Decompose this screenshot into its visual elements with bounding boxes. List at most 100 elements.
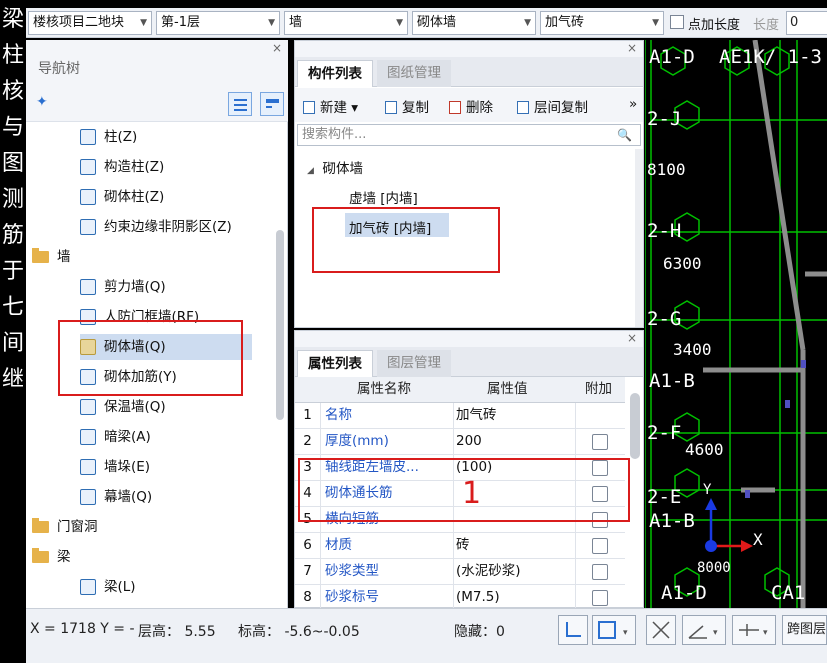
cad-label: A1-D: [649, 46, 695, 68]
property-tabs: 属性列表 图层管理: [295, 347, 643, 377]
nav-item[interactable]: 梁(L): [80, 574, 270, 600]
component-scrollbar[interactable]: [635, 149, 643, 327]
nav-item-label: 门窗洞: [57, 519, 98, 535]
snap-button[interactable]: ▾: [592, 615, 636, 645]
type-select[interactable]: 砌体墙 ▼: [412, 11, 536, 35]
tab-drawing-management[interactable]: 图纸管理: [377, 60, 451, 87]
component-item-virtual-wall[interactable]: 虚墙 [内墙]: [349, 187, 418, 207]
property-name: 砂浆标号: [325, 589, 379, 605]
property-row[interactable]: 1 名称 加气砖: [295, 403, 625, 429]
property-scrollbar[interactable]: [630, 393, 640, 459]
project-select[interactable]: 楼核项目二地块 ▼: [28, 11, 152, 35]
cad-label: 3400: [673, 340, 712, 359]
property-value[interactable]: (水泥砂浆): [453, 559, 571, 585]
chevron-down-icon: ▼: [396, 18, 403, 28]
cad-label: A1-D: [661, 582, 707, 604]
property-extra-cell: [575, 559, 625, 585]
category-select[interactable]: 墙 ▼: [284, 11, 408, 35]
property-extra-checkbox[interactable]: [592, 538, 608, 554]
cross-icon: [652, 621, 670, 639]
cad-label: 8100: [647, 160, 686, 179]
length-input[interactable]: 0: [786, 11, 827, 35]
nav-item-label: 剪力墙(Q): [104, 279, 166, 295]
cad-strip-char: 梁: [1, 7, 24, 32]
nav-folder[interactable]: 门窗洞: [32, 514, 252, 540]
offset-icon: ▾: [739, 624, 768, 638]
angle-button[interactable]: ▾: [682, 615, 726, 645]
property-row[interactable]: 2 厚度(mm) 200: [295, 429, 625, 455]
status-bar: X = 1718 Y = - 层高： 5.55 标高： -5.6~-0.05 隐…: [26, 608, 827, 663]
close-icon[interactable]: ×: [627, 331, 637, 345]
nav-folder[interactable]: 梁: [32, 544, 252, 570]
delete-button[interactable]: 删除: [449, 96, 493, 116]
cross-button[interactable]: [646, 615, 676, 645]
component-icon: [80, 129, 96, 145]
close-icon[interactable]: ×: [272, 41, 282, 55]
cad-label: 4600: [685, 440, 724, 459]
property-extra-checkbox[interactable]: [592, 564, 608, 580]
nav-scrollbar[interactable]: [276, 230, 284, 420]
tab-component-list[interactable]: 构件列表: [297, 60, 373, 87]
close-icon[interactable]: ×: [627, 41, 637, 55]
nav-item[interactable]: 保温墙(Q): [80, 394, 270, 420]
property-extra-checkbox[interactable]: [592, 590, 608, 606]
new-button[interactable]: 新建 ▾: [303, 96, 358, 116]
add-length-checkbox[interactable]: [670, 15, 684, 29]
nav-item[interactable]: 暗梁(A): [80, 424, 270, 450]
property-index: 6: [295, 533, 321, 559]
component-tabs: 构件列表 图纸管理: [295, 57, 643, 87]
property-index: 1: [295, 403, 321, 429]
list-view-icon[interactable]: [228, 92, 252, 116]
highlight-box-component: [312, 207, 500, 273]
nav-item[interactable]: 剪力墙(Q): [80, 274, 270, 300]
floor-height: 层高： 5.55: [138, 624, 216, 640]
component-icon: [80, 579, 96, 595]
tab-layer-management[interactable]: 图层管理: [377, 350, 451, 377]
cad-canvas[interactable]: A1-D AE1K/ 1-3 2-J 8100 2-H 6300 2-G 340…: [645, 40, 827, 608]
nav-title: 导航树: [38, 61, 80, 77]
component-icon: [80, 429, 96, 445]
ortho-icon: [566, 622, 581, 637]
copy-button[interactable]: 复制: [385, 96, 429, 116]
panel-view-icon[interactable]: [260, 92, 284, 116]
elevation: 标高： -5.6~-0.05: [238, 624, 360, 640]
component-group[interactable]: ◢ 砌体墙: [307, 157, 363, 177]
property-extra-checkbox[interactable]: [592, 434, 608, 450]
property-value[interactable]: 加气砖: [453, 403, 571, 429]
header-name: 属性名称: [357, 381, 411, 397]
cad-label: 8000: [697, 560, 731, 576]
component-select[interactable]: 加气砖 ▼: [540, 11, 664, 35]
add-sparkle-icon[interactable]: ✦: [36, 94, 48, 110]
property-row[interactable]: 7 砂浆类型 (水泥砂浆): [295, 559, 625, 585]
search-icon[interactable]: 🔍: [617, 125, 632, 145]
cross-floor-button[interactable]: 跨图层: [782, 615, 827, 645]
nav-item[interactable]: 砌体柱(Z): [80, 184, 270, 210]
nav-item[interactable]: 幕墙(Q): [80, 484, 270, 510]
chevron-down-icon: ▼: [140, 18, 147, 28]
property-name: 砂浆类型: [325, 563, 379, 579]
property-row[interactable]: 6 材质 砖: [295, 533, 625, 559]
nav-folder[interactable]: 墙: [32, 244, 252, 270]
component-search-input[interactable]: 搜索构件... 🔍: [297, 124, 641, 146]
floor-copy-button[interactable]: 层间复制: [517, 96, 588, 116]
nav-item-label: 构造柱(Z): [104, 159, 165, 175]
chevron-down-icon: ▼: [268, 18, 275, 28]
offset-button[interactable]: ▾: [732, 615, 776, 645]
cad-label: 6300: [663, 254, 702, 273]
nav-item[interactable]: 柱(Z): [80, 124, 270, 150]
property-value[interactable]: 200: [453, 429, 571, 455]
nav-item[interactable]: 构造柱(Z): [80, 154, 270, 180]
tab-property-list[interactable]: 属性列表: [297, 350, 373, 377]
component-icon: [80, 189, 96, 205]
cad-label: 2-J: [647, 108, 682, 130]
property-value[interactable]: 砖: [453, 533, 571, 559]
more-tools-button[interactable]: »: [629, 96, 637, 112]
ortho-button[interactable]: [558, 615, 588, 645]
floor-select[interactable]: 第-1层 ▼: [156, 11, 280, 35]
floor-copy-icon: [517, 101, 529, 114]
nav-item[interactable]: 墙垛(E): [80, 454, 270, 480]
chevron-down-icon: ▼: [524, 18, 531, 28]
nav-item[interactable]: 约束边缘非阴影区(Z): [80, 214, 270, 240]
cad-strip-char: 于: [1, 259, 24, 284]
cad-strip-char: 筋: [1, 223, 24, 248]
